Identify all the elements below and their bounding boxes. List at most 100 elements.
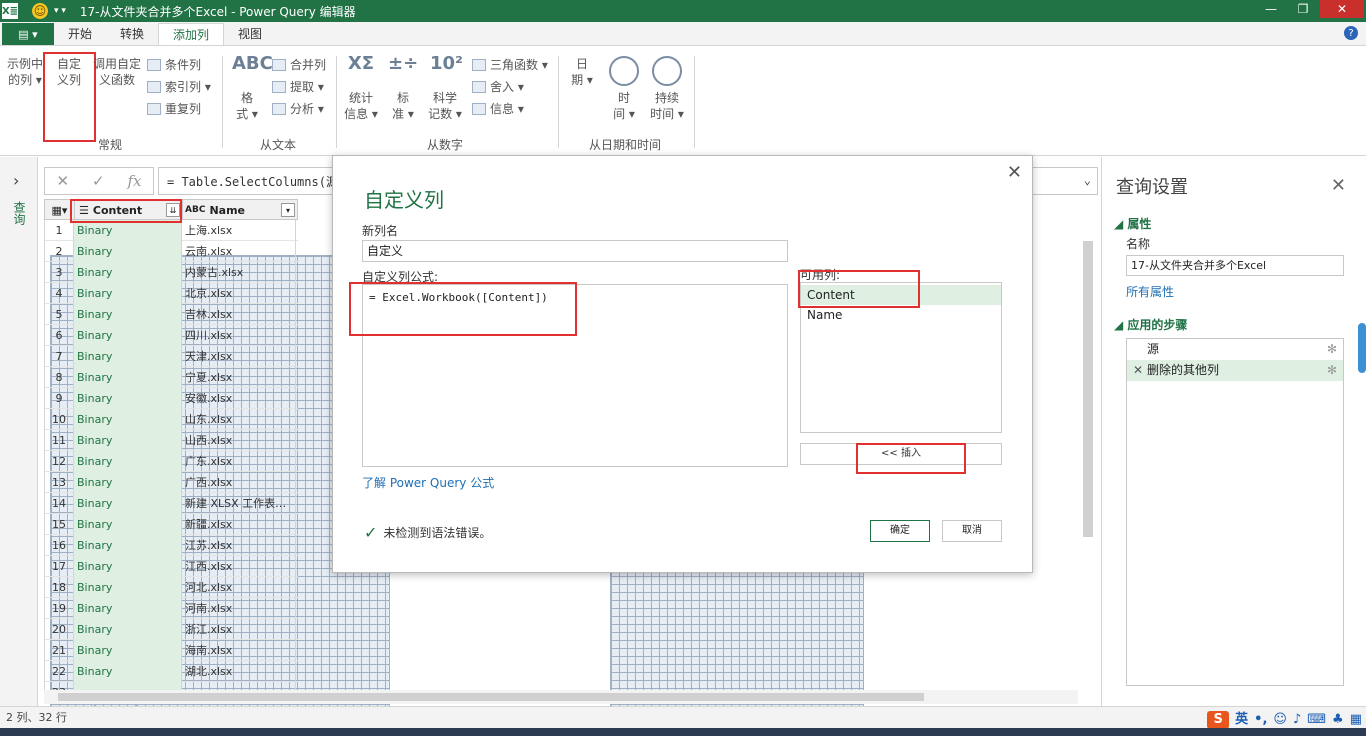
cell-content[interactable]: Binary [74,556,182,577]
table-row[interactable]: 6 Binary 四川.xlsx [44,325,298,346]
cell-content[interactable]: Binary [74,325,182,346]
cell-content[interactable]: Binary [74,598,182,619]
minimize-icon[interactable]: — [1256,0,1286,18]
tab-add-column[interactable]: 添加列 [158,23,225,45]
cell-content[interactable]: Binary [74,619,182,640]
quick-access-dropdown-icon[interactable]: ▾ ▾ [54,6,66,16]
cell-name[interactable]: 新疆.xlsx [182,514,296,535]
cell-name[interactable]: 北京.xlsx [182,283,296,304]
scientific-button[interactable]: 10² 科学 记数 ▾ [428,55,463,122]
tab-view[interactable]: 视图 [224,23,276,45]
extract-button[interactable]: 提取 ▾ [272,78,324,95]
sogou-ime-icon[interactable]: S [1207,711,1230,729]
table-row[interactable]: 3 Binary 内蒙古.xlsx [44,262,298,283]
column-from-examples-button[interactable]: 示例中 的列 ▾ [6,56,304,736]
close-window-icon[interactable]: ✕ [1320,0,1364,18]
ok-button[interactable]: 确定 [870,520,930,542]
cell-name[interactable]: 安徽.xlsx [182,388,296,409]
row-number[interactable]: 11 [44,430,74,451]
row-number[interactable]: 7 [44,346,74,367]
time-button[interactable]: 时 间 ▾ [608,56,640,122]
gear-icon[interactable]: ✻ [1327,339,1337,360]
row-number[interactable]: 21 [44,640,74,661]
row-number[interactable]: 12 [44,451,74,472]
row-number[interactable]: 14 [44,493,74,514]
dialog-close-icon[interactable]: ✕ [1007,162,1022,183]
horizontal-scroll-thumb[interactable] [58,693,924,701]
table-row[interactable]: 16 Binary 江苏.xlsx [44,535,298,556]
cell-name[interactable]: 山东.xlsx [182,409,296,430]
cell-name[interactable]: 内蒙古.xlsx [182,262,296,283]
cell-content[interactable]: Binary [74,346,182,367]
table-row[interactable]: 1 Binary 上海.xlsx [44,220,298,241]
row-number[interactable]: 9 [44,388,74,409]
vertical-scroll-thumb[interactable] [1083,241,1093,537]
cell-name[interactable]: 海南.xlsx [182,640,296,661]
formula-expand-icon[interactable]: ⌄ [1084,173,1091,187]
cell-content[interactable]: Binary [74,409,182,430]
restore-icon[interactable]: ❐ [1288,0,1318,18]
information-button[interactable]: 信息 ▾ [472,100,524,117]
row-number[interactable]: 15 [44,514,74,535]
cell-name[interactable]: 山西.xlsx [182,430,296,451]
row-number[interactable]: 22 [44,661,74,682]
table-row[interactable]: 9 Binary 安徽.xlsx [44,388,298,409]
row-number[interactable]: 5 [44,304,74,325]
step-source[interactable]: 源 ✻ [1127,339,1343,360]
conditional-column-button[interactable]: 条件列 [147,56,201,73]
cell-name[interactable]: 吉林.xlsx [182,304,296,325]
table-row[interactable]: 14 Binary 新建 XLSX 工作表… [44,493,298,514]
table-row[interactable]: 5 Binary 吉林.xlsx [44,304,298,325]
file-menu-button[interactable]: ▤ ▾ [2,23,54,45]
invoke-custom-function-button[interactable]: 调用自定 义函数 [92,56,390,736]
duration-button[interactable]: 持续 时间 ▾ [648,56,686,122]
row-number[interactable]: 2 [44,241,74,262]
cell-name[interactable]: 河北.xlsx [182,577,296,598]
cancel-formula-icon[interactable]: ✕ [56,172,69,190]
filter-dropdown-icon[interactable]: ▾ [281,203,295,217]
fx-icon[interactable]: fx [128,172,142,190]
format-button[interactable]: ABC 格 式 ▾ [230,55,273,122]
statistics-button[interactable]: XΣ 统计 信息 ▾ [344,55,378,122]
cell-name[interactable]: 湖北.xlsx [182,661,296,682]
table-row[interactable]: 10 Binary 山东.xlsx [44,409,298,430]
table-row[interactable]: 12 Binary 广东.xlsx [44,451,298,472]
row-number[interactable]: 16 [44,535,74,556]
table-row[interactable]: 21 Binary 海南.xlsx [44,640,298,661]
queries-pane-label[interactable]: 查询 [11,201,28,225]
duplicate-column-button[interactable]: 重复列 [147,100,201,117]
horizontal-scrollbar[interactable] [44,690,1078,704]
cell-content[interactable]: Binary [74,367,182,388]
cell-name[interactable]: 广西.xlsx [182,472,296,493]
expand-queries-icon[interactable]: › [13,171,19,190]
help-icon[interactable]: ? [1344,26,1358,40]
merge-columns-button[interactable]: 合并列 [272,56,326,73]
cell-name[interactable]: 河南.xlsx [182,598,296,619]
table-row[interactable]: 2 Binary 云南.xlsx [44,241,298,262]
table-row[interactable]: 4 Binary 北京.xlsx [44,283,298,304]
available-column-name[interactable]: Name [801,305,1001,325]
row-number[interactable]: 18 [44,577,74,598]
new-column-name-input[interactable]: 自定义 [362,240,788,262]
cell-content[interactable]: Binary [74,514,182,535]
cell-name[interactable]: 天津.xlsx [182,346,296,367]
vertical-scrollbar[interactable] [1081,237,1095,537]
row-number[interactable]: 13 [44,472,74,493]
cell-content[interactable]: Binary [74,577,182,598]
table-row[interactable]: 13 Binary 广西.xlsx [44,472,298,493]
close-pane-icon[interactable]: ✕ [1331,175,1346,196]
all-properties-link[interactable]: 所有属性 [1126,283,1174,300]
gear-icon[interactable]: ✻ [1327,360,1337,381]
cell-content[interactable]: Binary [74,472,182,493]
row-number[interactable]: 1 [44,220,74,241]
trigonometry-button[interactable]: 三角函数 ▾ [472,56,548,73]
cell-content[interactable]: Binary [74,640,182,661]
cell-content[interactable]: Binary [74,430,182,451]
cell-content[interactable]: Binary [74,241,182,262]
commit-formula-icon[interactable]: ✓ [92,172,105,190]
tab-home[interactable]: 开始 [54,23,106,45]
table-row[interactable]: 20 Binary 浙江.xlsx [44,619,298,640]
table-row[interactable]: 7 Binary 天津.xlsx [44,346,298,367]
cell-content[interactable]: Binary [74,262,182,283]
query-name-input[interactable]: 17-从文件夹合并多个Excel [1126,255,1344,276]
